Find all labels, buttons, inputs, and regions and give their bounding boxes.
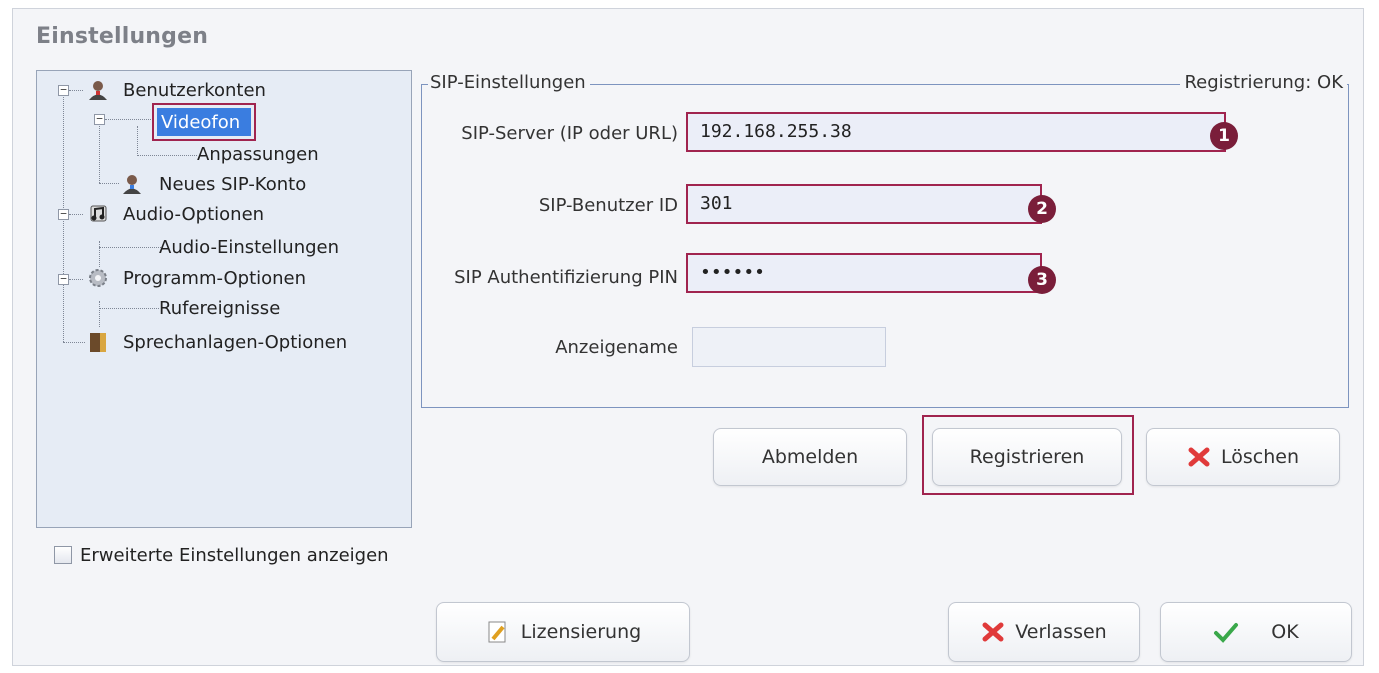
tree-item-sprechanlagen-optionen[interactable]: Sprechanlagen-Optionen — [123, 331, 347, 355]
ok-button-label: OK — [1271, 621, 1299, 643]
tree-item-benutzerkonten[interactable]: Benutzerkonten — [123, 79, 266, 103]
ok-button[interactable]: OK — [1160, 602, 1352, 662]
exit-button-label: Verlassen — [1015, 621, 1107, 643]
tree-item-audio-optionen[interactable]: Audio-Optionen — [123, 203, 264, 227]
sip-server-input[interactable]: 192.168.255.38 — [686, 112, 1226, 152]
exit-button[interactable]: Verlassen — [948, 602, 1140, 662]
display-name-label: Anzeigename — [555, 337, 678, 358]
sip-group-title: SIP-Einstellungen — [428, 72, 590, 93]
door-icon — [90, 333, 106, 352]
marker-1: 1 — [1210, 122, 1238, 150]
sip-pin-label: SIP Authentifizierung PIN — [454, 267, 678, 288]
delete-button[interactable]: Löschen — [1146, 428, 1340, 486]
register-button[interactable]: Registrieren — [932, 428, 1122, 486]
x-icon — [1188, 447, 1210, 467]
sip-user-id-label: SIP-Benutzer ID — [538, 195, 678, 216]
new-user-icon — [123, 175, 141, 194]
logout-button-label: Abmelden — [761, 446, 859, 468]
marker-3: 3 — [1028, 266, 1056, 294]
advanced-settings-label: Erweiterte Einstellungen anzeigen — [80, 545, 389, 566]
license-button-label: Lizensierung — [520, 621, 642, 643]
music-note-icon — [90, 205, 107, 222]
tree-item-rufereignisse[interactable]: Rufereignisse — [159, 297, 280, 321]
gears-icon — [89, 269, 107, 287]
tree-item-programm-optionen[interactable]: Programm-Optionen — [123, 267, 306, 291]
dialog-title: Einstellungen — [36, 24, 209, 49]
sip-pin-input[interactable]: •••••• — [686, 253, 1042, 293]
tree-item-videofon[interactable]: Videofon — [152, 103, 256, 141]
display-name-input[interactable] — [692, 327, 886, 367]
tree-item-anpassungen[interactable]: Anpassungen — [197, 143, 319, 167]
logout-button[interactable]: Abmelden — [713, 428, 907, 486]
tree-item-neues-sip-konto[interactable]: Neues SIP-Konto — [159, 173, 306, 197]
marker-2: 2 — [1028, 195, 1056, 223]
license-button[interactable]: Lizensierung — [436, 602, 690, 662]
collapse-benutzerkonten-icon[interactable]: − — [58, 84, 69, 96]
registration-status: Registrierung: OK — [1180, 72, 1347, 93]
sip-server-label: SIP-Server (IP oder URL) — [461, 123, 678, 144]
collapse-programm-icon[interactable]: − — [58, 273, 69, 285]
sip-user-id-input[interactable]: 301 — [686, 184, 1042, 224]
collapse-audio-icon[interactable]: − — [58, 208, 69, 220]
x-icon — [982, 622, 1004, 642]
tree-item-videofon-label: Videofon — [157, 108, 251, 136]
advanced-settings-checkbox[interactable] — [54, 546, 72, 564]
tree-item-audio-einstellungen[interactable]: Audio-Einstellungen — [159, 236, 339, 260]
register-button-label: Registrieren — [969, 446, 1085, 468]
delete-button-label: Löschen — [1221, 446, 1299, 468]
license-document-icon — [488, 621, 506, 643]
user-accounts-icon — [89, 81, 107, 100]
checkmark-icon — [1214, 623, 1239, 643]
collapse-videofon-icon[interactable]: − — [94, 113, 105, 125]
